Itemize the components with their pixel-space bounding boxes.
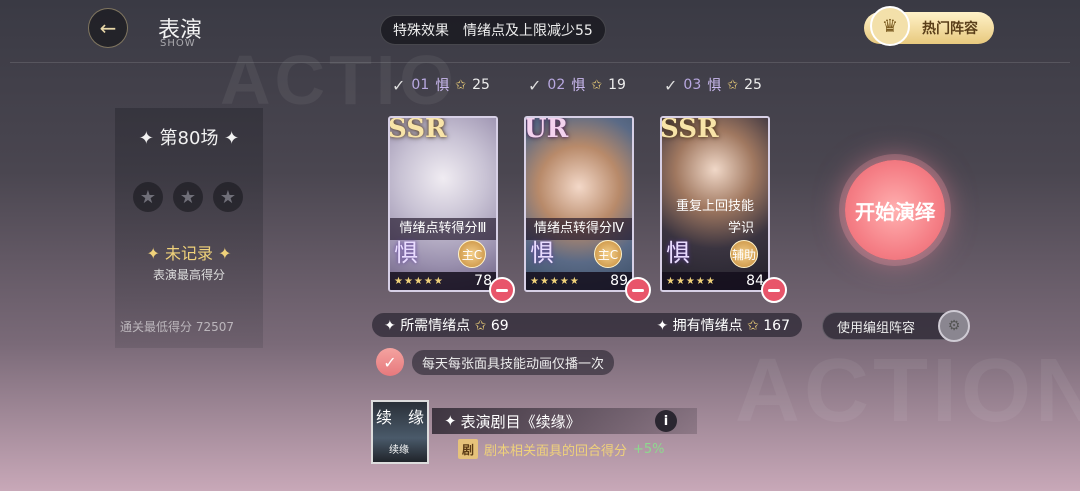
- star-icon: ★: [213, 182, 243, 212]
- emotion-points-bar: ✦ 所需情绪点 ✩ 69 ✦ 拥有情绪点 ✩ 167: [372, 313, 802, 337]
- team-icon[interactable]: ♛: [870, 6, 910, 46]
- info-icon[interactable]: i: [655, 410, 677, 432]
- page-subtitle: SHOW: [160, 38, 196, 49]
- role-badge: 辅助: [730, 240, 758, 268]
- mask-card-1[interactable]: SSR 情绪点转得分Ⅲ 惧 主C ★★★★★ 78: [388, 116, 498, 292]
- record-status: ✦ 未记录 ✦: [146, 244, 232, 263]
- scene-label: ✦ 第80场 ✦: [138, 128, 240, 149]
- star-icon: ★: [173, 182, 203, 212]
- fear-label: 惧: [394, 239, 418, 267]
- star-icon: ★: [133, 182, 163, 212]
- role-badge: 主C: [458, 240, 486, 268]
- skill-label: 重复上回技能: [675, 199, 754, 214]
- checkbox-checked-icon[interactable]: ✓: [376, 348, 404, 376]
- mask-card-2[interactable]: UR 情绪点转得分Ⅳ 惧 主C ★★★★★ 89: [524, 116, 634, 292]
- rarity-label: UR: [524, 116, 569, 144]
- start-performance-button[interactable]: 开始演绎: [845, 160, 945, 260]
- star-icon: ✩: [591, 77, 603, 93]
- script-tag: 剧: [458, 439, 478, 459]
- pass-score: 通关最低得分 72507: [120, 320, 235, 334]
- special-effect-pill: 特殊效果 情绪点及上限减少55: [380, 15, 606, 45]
- owned-points: ✦ 拥有情绪点 ✩ 167: [656, 318, 790, 334]
- effect-value: 情绪点及上限减少55: [463, 23, 593, 39]
- remove-card-button[interactable]: [761, 277, 787, 303]
- script-bonus: 剧 剧本相关面具的回合得分 +5%: [458, 438, 665, 460]
- hot-team-label: 热门阵容: [922, 21, 978, 37]
- check-icon: ✓: [528, 75, 542, 95]
- star-icon: ✩: [747, 318, 759, 334]
- rarity-label: SSR: [660, 116, 719, 144]
- required-points: ✦ 所需情绪点 ✩ 69: [384, 318, 509, 334]
- bg-action-word-bottom: ACTION: [735, 341, 1080, 441]
- slot-header-3: ✓ 03 惧 ✩ 25: [664, 75, 762, 95]
- remove-card-button[interactable]: [625, 277, 651, 303]
- skill-animation-option[interactable]: ✓ 每天每张面具技能动画仅播一次: [376, 348, 615, 376]
- effect-label: 特殊效果: [393, 23, 449, 39]
- slot-header-2: ✓ 02 惧 ✩ 19: [528, 75, 626, 95]
- role-badge: 主C: [594, 240, 622, 268]
- header-divider: [10, 62, 1070, 63]
- star-icon: ✩: [455, 77, 467, 93]
- slot-header-1: ✓ 01 惧 ✩ 25: [392, 75, 490, 95]
- star-icon: ✩: [727, 77, 739, 93]
- back-button[interactable]: ←: [88, 8, 128, 48]
- use-team-label: 使用编组阵容: [837, 320, 916, 336]
- remove-card-button[interactable]: [489, 277, 515, 303]
- best-score-label: 表演最高得分: [152, 268, 225, 282]
- fear-label: 惧: [666, 239, 690, 267]
- fear-label: 惧: [530, 239, 554, 267]
- script-cover[interactable]: 续 缘 续缘: [371, 400, 429, 464]
- star-icon: ✩: [474, 318, 487, 334]
- check-icon: ✓: [392, 75, 406, 95]
- checkbox-label: 每天每张面具技能动画仅播一次: [412, 349, 615, 375]
- team-preset-icon[interactable]: ⚙: [938, 310, 970, 342]
- rarity-label: SSR: [388, 116, 447, 144]
- check-icon: ✓: [664, 75, 678, 95]
- mask-card-3[interactable]: SSR 重复上回技能 学识 惧 辅助 ★★★★★ 84: [660, 116, 770, 292]
- arrow-left-icon: ←: [99, 16, 117, 40]
